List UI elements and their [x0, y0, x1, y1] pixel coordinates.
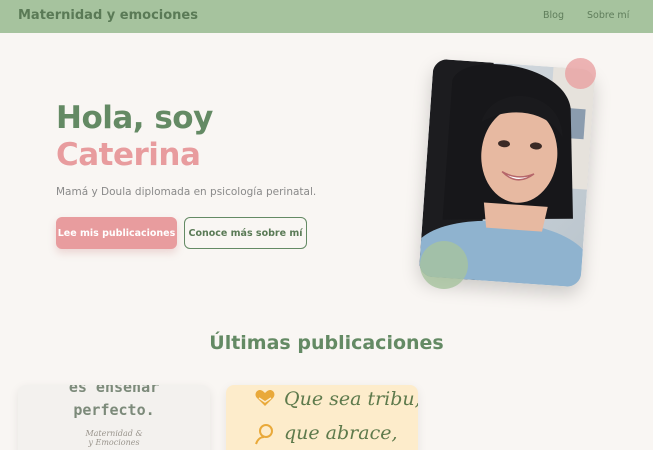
- nav-link-about[interactable]: Sobre mí: [587, 10, 629, 21]
- post-card[interactable]: Que sea tribu, que abrace,: [226, 385, 418, 450]
- hero-subtitle: Mamá y Doula diplomada en psicología per…: [56, 186, 317, 198]
- post-card-text-line: Que sea tribu,: [284, 388, 418, 410]
- decorative-circle-green: [420, 241, 468, 289]
- read-posts-button[interactable]: Lee mis publicaciones: [56, 217, 177, 249]
- post-card-text-line: que abrace,: [284, 422, 398, 444]
- decorative-circle-pink: [565, 58, 596, 89]
- about-me-button[interactable]: Conoce más sobre mí: [184, 217, 307, 249]
- hero-title-greeting: Hola, soy: [56, 100, 213, 136]
- person-icon: [255, 424, 273, 445]
- navbar: Maternidad y emociones Blog Sobre mí: [0, 0, 653, 33]
- hero-title-name: Caterina: [56, 137, 201, 173]
- nav-link-blog[interactable]: Blog: [543, 10, 564, 21]
- brand-logo[interactable]: Maternidad y emociones: [18, 8, 198, 23]
- post-card-text-line: es enseñar: [68, 385, 160, 396]
- post-card[interactable]: es enseñar perfecto. Maternidad & y Emoc…: [18, 385, 210, 450]
- post-card-watermark: Maternidad & y Emociones: [85, 429, 143, 447]
- heart-hands-icon: [255, 390, 275, 406]
- post-card-text-line: perfecto.: [73, 401, 155, 419]
- section-title-latest-posts: Últimas publicaciones: [209, 332, 444, 354]
